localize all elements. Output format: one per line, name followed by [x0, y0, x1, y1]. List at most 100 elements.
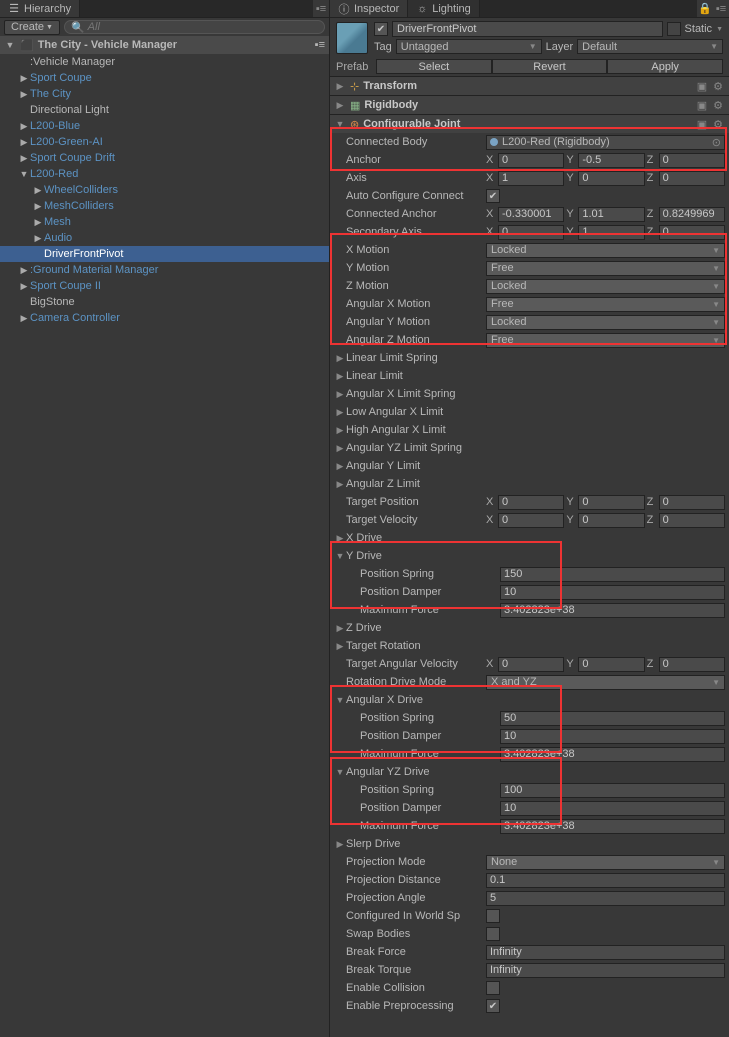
target-rotation-fold[interactable]: ▶Target Rotation	[330, 637, 729, 655]
foldout-icon[interactable]: ▶	[32, 185, 44, 196]
angular-x-drive-fold[interactable]: ▼Angular X Drive	[330, 691, 729, 709]
help-icon[interactable]: ▣	[695, 98, 709, 112]
axis-z[interactable]: 0	[659, 171, 725, 186]
ayz-drive-spring[interactable]: 100	[500, 783, 725, 798]
slerp-drive-fold[interactable]: ▶Slerp Drive	[330, 835, 729, 853]
ay_motion-dropdown[interactable]: Locked▼	[486, 315, 725, 330]
prefab-apply-button[interactable]: Apply	[607, 59, 723, 74]
tree-row[interactable]: ▼L200-Red	[0, 166, 329, 182]
tree-row[interactable]: DriverFrontPivot	[0, 246, 329, 262]
z-drive-fold[interactable]: ▶Z Drive	[330, 619, 729, 637]
tree-row[interactable]: ▶MeshColliders	[0, 198, 329, 214]
ax-drive-spring[interactable]: 50	[500, 711, 725, 726]
axis-x[interactable]: 1	[498, 171, 564, 186]
y_motion-dropdown[interactable]: Free▼	[486, 261, 725, 276]
prefab-revert-button[interactable]: Revert	[492, 59, 608, 74]
hierarchy-tab[interactable]: ☰ Hierarchy	[0, 0, 80, 17]
ayz-limit-spring-fold[interactable]: ▶Angular YZ Limit Spring	[330, 439, 729, 457]
foldout-icon[interactable]: ▶	[18, 153, 30, 164]
foldout-icon[interactable]: ▶	[18, 281, 30, 292]
inspector-tab[interactable]: ⓘ Inspector	[330, 0, 408, 17]
help-icon[interactable]: ▣	[695, 117, 709, 131]
az-limit-fold[interactable]: ▶Angular Z Limit	[330, 475, 729, 493]
high-ax-limit-fold[interactable]: ▶High Angular X Limit	[330, 421, 729, 439]
axis-y[interactable]: 0	[578, 171, 644, 186]
z_motion-dropdown[interactable]: Locked▼	[486, 279, 725, 294]
gear-icon[interactable]: ⚙	[711, 98, 725, 112]
anchor-z[interactable]: 0	[659, 153, 725, 168]
tag-dropdown[interactable]: Untagged▼	[396, 39, 542, 54]
prefab-select-button[interactable]: Select	[376, 59, 492, 74]
tree-row[interactable]: ▶L200-Blue	[0, 118, 329, 134]
y-drive-spring[interactable]: 150	[500, 567, 725, 582]
rotation-drive-mode-dropdown[interactable]: X and YZ▼	[486, 675, 725, 690]
tree-row[interactable]: ▶L200-Green-AI	[0, 134, 329, 150]
active-checkbox[interactable]: ✔	[374, 22, 388, 36]
ax-drive-damper[interactable]: 10	[500, 729, 725, 744]
swap-bodies-checkbox[interactable]	[486, 927, 500, 941]
ax-limit-spring-fold[interactable]: ▶Angular X Limit Spring	[330, 385, 729, 403]
gear-icon[interactable]: ⚙	[711, 117, 725, 131]
foldout-icon[interactable]: ▶	[18, 89, 30, 100]
configurable-joint-header[interactable]: ▼ ⊛ Configurable Joint ▣⚙	[330, 115, 729, 133]
y-drive-fold[interactable]: ▼Y Drive	[330, 547, 729, 565]
y-drive-force[interactable]: 3.402823e+38	[500, 603, 725, 618]
tree-row[interactable]: :Vehicle Manager	[0, 54, 329, 70]
projection-distance[interactable]: 0.1	[486, 873, 725, 888]
foldout-icon[interactable]: ▶	[18, 265, 30, 276]
help-icon[interactable]: ▣	[695, 79, 709, 93]
ayz-drive-force[interactable]: 3.402823e+38	[500, 819, 725, 834]
foldout-icon[interactable]: ▶	[32, 217, 44, 228]
linear-limit-fold[interactable]: ▶Linear Limit	[330, 367, 729, 385]
y-drive-damper[interactable]: 10	[500, 585, 725, 600]
tree-row[interactable]: ▶Mesh	[0, 214, 329, 230]
ax-drive-force[interactable]: 3.402823e+38	[500, 747, 725, 762]
create-button[interactable]: Create ▼	[4, 20, 60, 35]
enable-collision-checkbox[interactable]	[486, 981, 500, 995]
panel-menu-icon[interactable]: ▪≡	[713, 0, 729, 17]
scene-header[interactable]: ▼ ⬛ The City - Vehicle Manager ▪≡	[0, 36, 329, 54]
foldout-icon[interactable]: ▶	[18, 121, 30, 132]
anchor-y[interactable]: -0.5	[578, 153, 644, 168]
x_motion-dropdown[interactable]: Locked▼	[486, 243, 725, 258]
linear-limit-spring-fold[interactable]: ▶Linear Limit Spring	[330, 349, 729, 367]
break-torque[interactable]: Infinity	[486, 963, 725, 978]
foldout-icon[interactable]: ▶	[18, 313, 30, 324]
tree-row[interactable]: ▶Camera Controller	[0, 310, 329, 326]
tree-row[interactable]: ▶Sport Coupe Drift	[0, 150, 329, 166]
anchor-x[interactable]: 0	[498, 153, 564, 168]
hierarchy-tree[interactable]: :Vehicle Manager▶Sport Coupe▶The CityDir…	[0, 54, 329, 1037]
angular-yz-drive-fold[interactable]: ▼Angular YZ Drive	[330, 763, 729, 781]
ax_motion-dropdown[interactable]: Free▼	[486, 297, 725, 312]
lock-icon[interactable]: 🔒	[697, 0, 713, 17]
tree-row[interactable]: ▶Sport Coupe	[0, 70, 329, 86]
ayz-drive-damper[interactable]: 10	[500, 801, 725, 816]
low-ax-limit-fold[interactable]: ▶Low Angular X Limit	[330, 403, 729, 421]
tree-row[interactable]: ▶The City	[0, 86, 329, 102]
x-drive-fold[interactable]: ▶X Drive	[330, 529, 729, 547]
static-checkbox[interactable]	[667, 22, 681, 36]
scene-menu-icon[interactable]: ▪≡	[315, 39, 325, 51]
tree-row[interactable]: BigStone	[0, 294, 329, 310]
ay-limit-fold[interactable]: ▶Angular Y Limit	[330, 457, 729, 475]
transform-header[interactable]: ▶ ⊹ Transform ▣⚙	[330, 77, 729, 95]
gear-icon[interactable]: ⚙	[711, 79, 725, 93]
foldout-icon[interactable]: ▶	[18, 73, 30, 84]
static-dropdown-icon[interactable]: ▼	[716, 26, 723, 33]
projection-mode-dropdown[interactable]: None▼	[486, 855, 725, 870]
auto-configure-checkbox[interactable]: ✔	[486, 189, 500, 203]
layer-dropdown[interactable]: Default▼	[577, 39, 723, 54]
panel-menu-icon[interactable]: ▪≡	[313, 0, 329, 17]
foldout-icon[interactable]: ▶	[18, 137, 30, 148]
break-force[interactable]: Infinity	[486, 945, 725, 960]
tree-row[interactable]: ▶:Ground Material Manager	[0, 262, 329, 278]
lighting-tab[interactable]: ☼ Lighting	[408, 0, 480, 17]
foldout-icon[interactable]: ▶	[32, 233, 44, 244]
tree-row[interactable]: ▶WheelColliders	[0, 182, 329, 198]
projection-angle[interactable]: 5	[486, 891, 725, 906]
az_motion-dropdown[interactable]: Free▼	[486, 333, 725, 348]
gameobject-name-field[interactable]	[392, 21, 663, 37]
tree-row[interactable]: Directional Light	[0, 102, 329, 118]
enable-preprocessing-checkbox[interactable]: ✔	[486, 999, 500, 1013]
connected-body-field[interactable]: L200-Red (Rigidbody)⊙	[486, 135, 725, 150]
